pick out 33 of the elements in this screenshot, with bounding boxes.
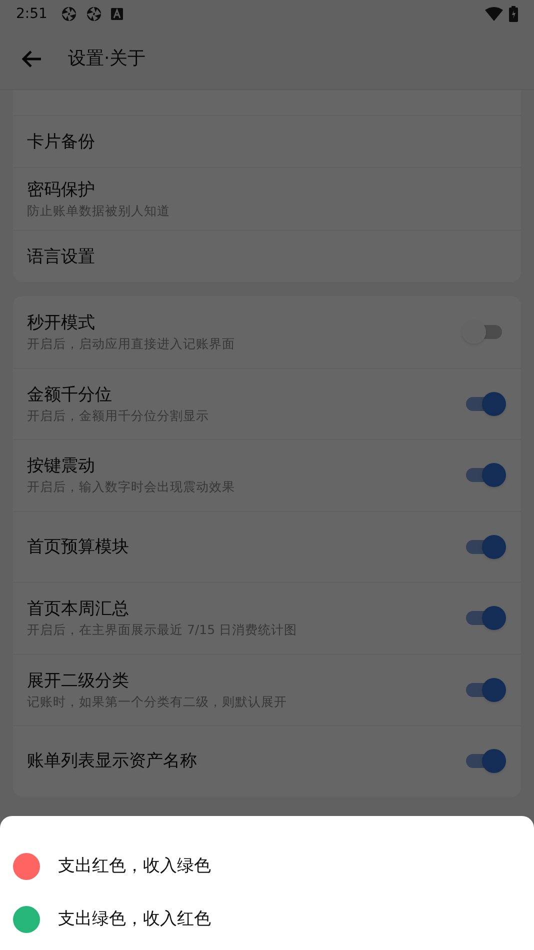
toggle-switch[interactable]	[465, 463, 503, 488]
toggle-switch[interactable]	[465, 678, 503, 702]
toggle-switch[interactable]	[465, 534, 503, 559]
color-option[interactable]: 支出绿色，收入红色	[0, 893, 534, 946]
toggle-switch[interactable]	[465, 606, 503, 630]
setting-title: 语言设置	[27, 246, 96, 268]
toggle-switch[interactable]	[465, 749, 503, 774]
status-time: 2:51	[16, 4, 48, 24]
settings-row[interactable]: 首页预算模块	[13, 510, 521, 582]
setting-title: 金额千分位	[27, 384, 113, 407]
settings-row[interactable]: 卡片备份	[13, 115, 521, 167]
page-title: 设置·关于	[68, 47, 146, 71]
toggle-switch[interactable]	[465, 392, 503, 416]
setting-title: 密码保护	[27, 179, 96, 202]
option-label: 支出绿色，收入红色	[58, 908, 211, 931]
setting-title: 账单列表显示资产名称	[27, 750, 198, 774]
aperture-icon	[61, 6, 78, 22]
option-label: 支出红色，收入绿色	[58, 854, 211, 878]
settings-row[interactable]: 语言设置	[13, 230, 521, 282]
setting-title: 秒开模式	[27, 312, 96, 335]
back-arrow-icon	[22, 50, 42, 68]
color-option[interactable]: 支出红色，收入绿色	[0, 840, 534, 893]
aperture-icon	[86, 6, 102, 22]
setting-title: 卡片备份	[27, 130, 96, 154]
setting-title: 按键震动	[27, 455, 96, 478]
wifi-icon	[485, 7, 503, 21]
settings-row[interactable]: 账单列表显示资产名称	[13, 725, 521, 796]
keyboard-letter-icon	[111, 8, 124, 20]
toggle-switch[interactable]	[465, 320, 503, 344]
setting-title: 首页本周汇总	[27, 598, 130, 622]
battery-icon	[509, 6, 518, 22]
setting-title: 展开二级分类	[27, 670, 130, 693]
setting-title: 首页预算模块	[27, 536, 130, 559]
